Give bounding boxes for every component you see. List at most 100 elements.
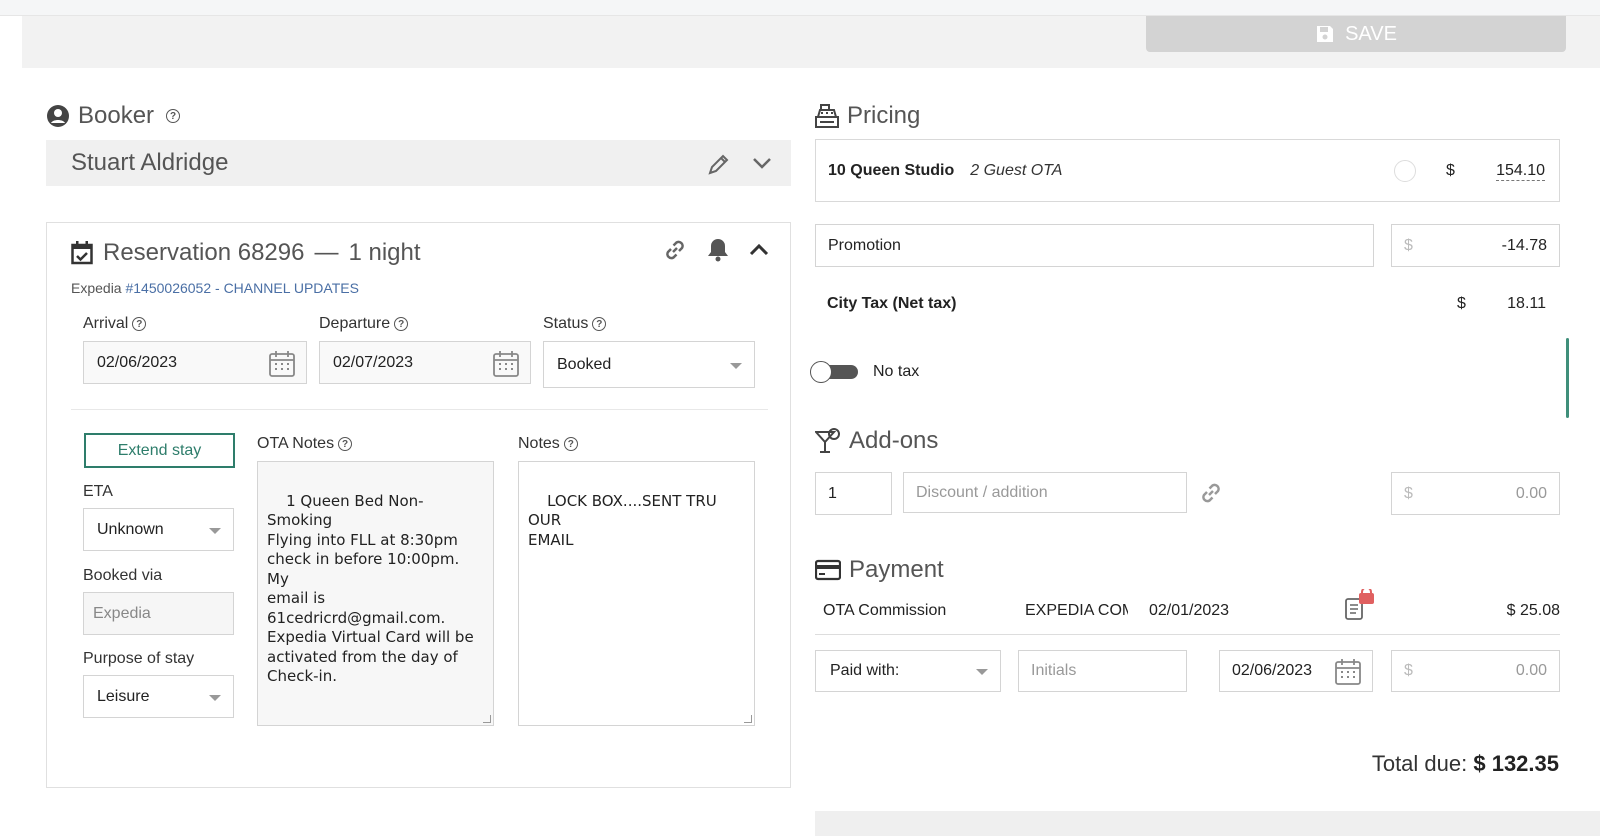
chevron-down-icon[interactable] [751,152,773,174]
reservation-dash: — [314,239,339,266]
currency-symbol: $ [1404,236,1413,254]
room-name: 10 Queen Studio [828,161,955,179]
payment-title: Payment [849,556,944,583]
status-value: Booked [557,355,612,373]
reservation-title: Reservation 68296 [103,239,305,266]
currency-symbol: $ [1457,295,1466,312]
floppy-disk-icon [1317,26,1334,42]
reservation-heading: Reservation 68296 — 1 night [71,239,421,267]
promotion-label: Promotion [828,237,901,254]
room-amount[interactable]: 154.10 [1496,162,1545,181]
cocktail-icon [815,428,840,453]
link-icon[interactable] [1198,480,1224,506]
addon-amount-field[interactable]: $ 0.00 [1391,472,1560,515]
help-icon[interactable]: ? [132,317,147,331]
bell-icon[interactable] [706,237,730,263]
payment-amount: $ 25.08 [1506,602,1560,619]
eta-select[interactable]: Unknown [83,508,234,551]
discount-addition-field[interactable]: Discount / addition [903,472,1187,513]
help-icon[interactable]: ? [338,437,353,451]
addons-title: Add-ons [849,427,939,454]
currency-symbol: $ [1404,484,1413,502]
room-rate-row: 10 Queen Studio 2 Guest OTA $ 154.10 [815,139,1560,202]
pencil-icon[interactable] [707,152,731,176]
payment-heading: Payment [815,556,944,584]
channel-name: Expedia [71,280,126,296]
booker-field[interactable]: Stuart Aldridge [46,140,791,186]
total-label: Total due: [1371,751,1468,776]
bottom-bar [815,811,1600,836]
divider [71,409,768,410]
user-circle-icon [47,105,69,127]
channel-reference: Expedia #1450026052 - CHANNEL UPDATES [71,280,359,296]
promotion-field: Promotion [815,224,1374,267]
arrival-date-field[interactable]: 02/06/2023 [83,341,307,384]
calendar-icon[interactable] [492,350,520,378]
dropdown-caret-icon [209,527,221,534]
addon-amount: 0.00 [1515,484,1547,502]
addons-heading: Add-ons [815,427,938,455]
reservation-card: Reservation 68296 — 1 night Expedia #145… [46,222,791,788]
help-icon[interactable]: ? [166,109,181,123]
channel-updates-link[interactable]: #1450026052 - CHANNEL UPDATES [125,280,358,296]
calendar-icon[interactable] [1334,658,1362,686]
status-select[interactable]: Booked [543,341,755,388]
booked-via-label: Booked via [83,567,163,584]
payment-amount-input: 0.00 [1515,662,1547,679]
no-tax-toggle[interactable] [810,361,858,383]
resize-handle[interactable] [483,715,491,723]
payment-row[interactable]: OTA Commission EXPEDIA COM 02/01/2023 $ … [815,589,1560,635]
help-icon[interactable]: ? [563,437,578,451]
calendar-icon[interactable] [268,350,296,378]
status-label: Status? [543,315,607,333]
dropdown-caret-icon [209,694,221,701]
resize-handle[interactable] [744,715,752,723]
city-tax-amount: 18.11 [1507,295,1546,312]
ota-notes-textarea[interactable]: 1 Queen Bed Non-Smoking Flying into FLL … [257,461,494,726]
arrival-date-value: 02/06/2023 [97,353,178,371]
promotion-amount-field[interactable]: $ -14.78 [1391,224,1560,267]
booker-name: Stuart Aldridge [71,149,229,176]
notes-textarea[interactable]: LOCK BOX....SENT TRU OUR EMAIL [518,461,755,726]
cash-register-icon [815,104,839,128]
help-icon[interactable]: ? [592,317,607,331]
reservation-nights: 1 night [348,239,421,266]
purpose-select[interactable]: Leisure [83,675,234,718]
calendar-check-icon [71,241,93,265]
payment-amount-field[interactable]: $ 0.00 [1391,650,1560,692]
payment-date-value: 02/06/2023 [1232,662,1313,679]
payment-type: OTA Commission [823,602,947,619]
ota-notes-label: OTA Notes? [257,435,353,453]
no-tax-label: No tax [873,363,920,380]
pricing-heading: Pricing [815,102,920,130]
link-icon[interactable] [662,237,688,263]
paid-with-label: Paid with: [830,662,900,679]
addon-quantity-field[interactable]: 1 [815,472,892,515]
paid-with-select[interactable]: Paid with: [815,650,1001,692]
help-icon[interactable]: ? [394,317,409,331]
eta-value: Unknown [97,520,164,538]
booker-title: Booker [78,102,155,129]
payment-method: EXPEDIA COM [1025,602,1128,619]
save-button[interactable]: SAVE [1146,16,1566,52]
booker-heading: Booker ? [46,102,181,130]
extend-stay-button[interactable]: Extend stay [84,433,235,468]
payment-date-field[interactable]: 02/06/2023 [1219,650,1373,692]
chevron-up-icon[interactable] [748,239,770,261]
credit-card-icon [815,559,841,581]
side-tab[interactable] [1566,338,1569,418]
rate-radio[interactable] [1394,160,1416,182]
discount-placeholder: Discount / addition [916,484,1048,501]
pricing-title: Pricing [847,102,921,129]
departure-date-field[interactable]: 02/07/2023 [319,341,531,384]
booked-via-field: Expedia [83,592,234,635]
departure-date-value: 02/07/2023 [333,353,414,371]
notes-label: Notes? [518,435,578,453]
ota-notes-value: 1 Queen Bed Non-Smoking Flying into FLL … [267,491,474,686]
initials-field[interactable]: Initials [1018,650,1187,692]
locked-receipt-icon[interactable] [1343,589,1377,623]
purpose-value: Leisure [97,687,150,705]
departure-label: Departure? [319,315,409,333]
dropdown-caret-icon [730,362,742,369]
purpose-label: Purpose of stay [83,650,195,667]
